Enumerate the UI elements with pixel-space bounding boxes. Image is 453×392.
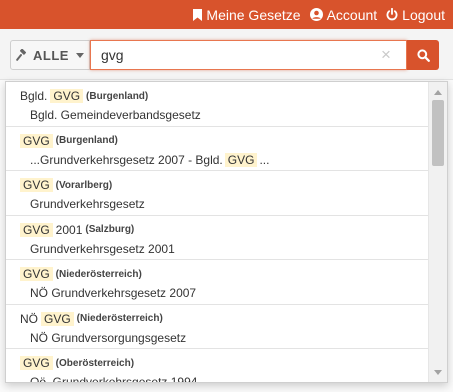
suggestion-item[interactable]: GVG (Vorarlberg) Grundverkehrsgesetz	[6, 171, 428, 216]
state-label: (Burgenland)	[86, 90, 149, 102]
match-highlight: GVG	[41, 311, 74, 326]
match-highlight: GVG	[20, 356, 53, 370]
scroll-up-arrow-icon[interactable]	[429, 84, 447, 100]
suggestion-abbreviation: GVG (Niederösterreich)	[20, 264, 428, 284]
scrollbar[interactable]	[428, 82, 447, 382]
suggestion-title: Bgld. Gemeindeverbandsgesetz	[30, 108, 201, 122]
suggestion-title: Grundverkehrsgesetz 2001	[30, 241, 175, 256]
suggestion-title: Oö. Grundverkehrsgesetz 1994	[30, 375, 198, 383]
logout-link[interactable]: Logout	[386, 7, 445, 23]
suggestion-title: NÖ Grundversorgungsgesetz	[30, 330, 187, 345]
suggestion-item[interactable]: GVG 2001 (Salzburg) Grundverkehrsgesetz 200…	[6, 216, 428, 260]
match-highlight: GVG	[20, 133, 53, 148]
suggestion-abbreviation: GVG (Oberösterreich)	[20, 353, 428, 373]
top-nav: Meine Gesetze Account Logout	[193, 0, 445, 29]
suggestion-text: Bgld.	[20, 89, 48, 103]
search-icon	[416, 48, 430, 62]
suggestion-text: NÖ	[20, 311, 38, 326]
power-icon	[386, 8, 398, 21]
scroll-down-arrow-icon[interactable]	[429, 364, 447, 380]
suggestion-item[interactable]: NÖ GVG (Niederösterreich) NÖ Grundversorgun…	[6, 305, 428, 349]
match-highlight: GVG	[224, 152, 258, 167]
state-label: (Burgenland)	[55, 135, 118, 146]
suggestion-abbreviation: GVG (Vorarlberg)	[20, 175, 428, 195]
suggestion-title: ...Grundverkehrsgesetz 2007 - Bgld. GVG..…	[20, 151, 428, 169]
suggestion-item[interactable]: GVG (Niederösterreich) NÖ Grundverkehrsges…	[6, 260, 428, 305]
suggestion-abbreviation: Bgld. GVG (Burgenland)	[20, 86, 428, 106]
suggestion-text: 2001	[55, 222, 83, 237]
search-input[interactable]	[90, 40, 407, 70]
suggestion-text: ...Grundverkehrsgesetz 2007 - Bgld.	[30, 152, 223, 167]
account-link[interactable]: Account	[309, 6, 378, 23]
meine-gesetze-link[interactable]: Meine Gesetze	[193, 6, 301, 23]
user-circle-icon	[309, 8, 323, 21]
suggestion-abbreviation: NÖ GVG (Niederösterreich)	[20, 309, 428, 329]
suggestion-text: ...	[259, 152, 270, 167]
search-button[interactable]	[407, 40, 439, 70]
suggestion-item[interactable]: Bgld. GVG (Burgenland) Bgld. Gemeindeverban…	[6, 82, 428, 127]
suggestion-abbreviation: GVG (Burgenland)	[20, 131, 428, 151]
suggestion-dropdown: Bgld. GVG (Burgenland) Bgld. Gemeindeverban…	[5, 81, 448, 383]
bookmark-icon	[193, 8, 203, 21]
account-label: Account	[326, 6, 378, 23]
suggestion-list: Bgld. GVG (Burgenland) Bgld. Gemeindeverban…	[6, 82, 428, 383]
gavel-icon	[16, 49, 27, 61]
suggestion-title: NÖ Grundverkehrsgesetz 2007	[30, 286, 197, 300]
meine-gesetze-label: Meine Gesetze	[206, 6, 301, 23]
state-label: (Oberösterreich)	[55, 357, 135, 369]
suggestion-title: Grundverkehrsgesetz	[30, 197, 145, 211]
suggestion-item[interactable]: GVG (Burgenland) ...Grundverkehrsgesetz 20…	[6, 127, 428, 171]
state-label: (Niederösterreich)	[76, 313, 163, 324]
logout-label: Logout	[402, 6, 445, 23]
state-label: (Vorarlberg)	[55, 179, 113, 191]
match-highlight: GVG	[50, 89, 84, 103]
suggestion-abbreviation: GVG 2001 (Salzburg)	[20, 220, 428, 240]
match-highlight: GVG	[20, 267, 53, 281]
state-label: (Salzburg)	[85, 224, 135, 235]
suggestion-item[interactable]: GVG (Oberösterreich) Oö. Grundverkehrsgese…	[6, 349, 428, 383]
scrollbar-thumb[interactable]	[432, 100, 444, 166]
caret-down-icon	[75, 52, 84, 58]
match-highlight: GVG	[20, 222, 53, 237]
match-highlight: GVG	[20, 178, 53, 192]
scope-label: ALLE	[33, 47, 69, 63]
scope-dropdown-button[interactable]: ALLE	[10, 40, 90, 70]
clear-icon[interactable]: ×	[378, 46, 394, 64]
state-label: (Niederösterreich)	[55, 268, 142, 280]
